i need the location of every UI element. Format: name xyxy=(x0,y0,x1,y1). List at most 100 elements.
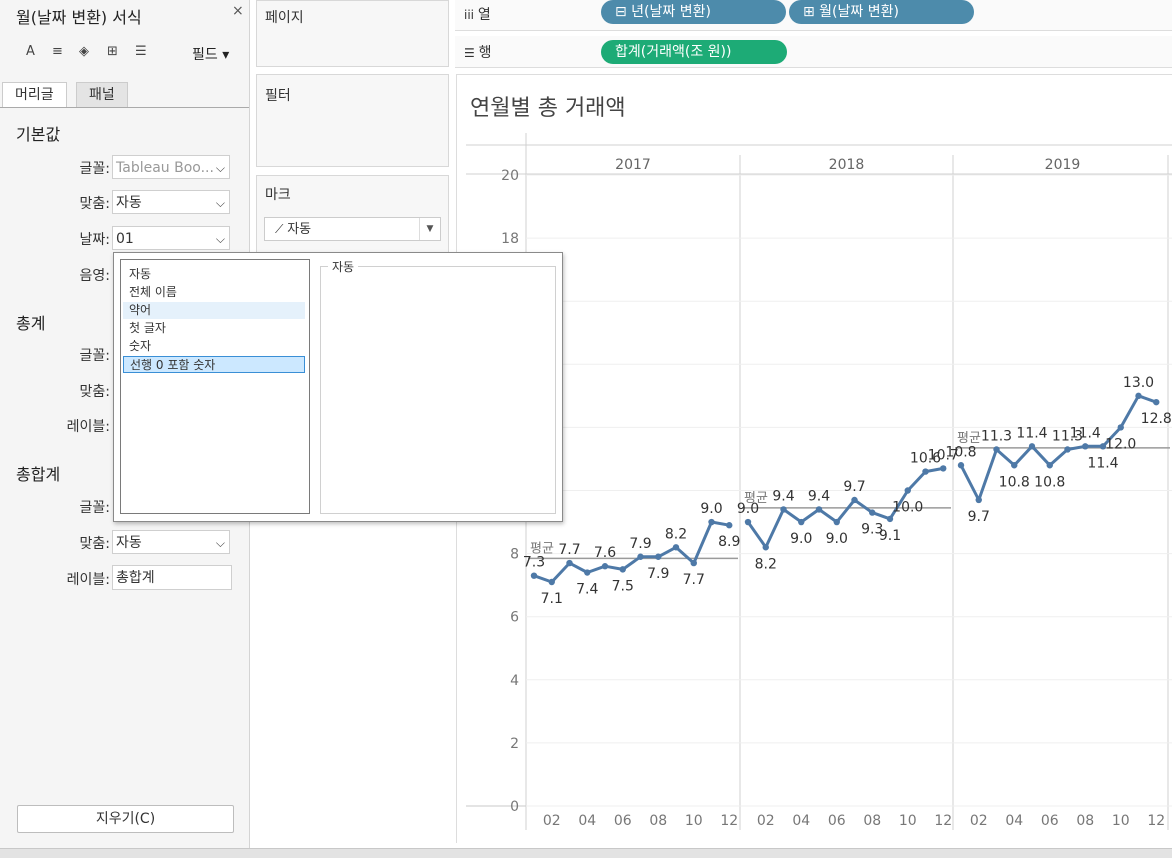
date-format-preview xyxy=(320,266,556,514)
data-point xyxy=(815,506,823,513)
data-point xyxy=(530,572,538,579)
data-label: 9.0 xyxy=(826,531,848,547)
year-header-2019: 2019 xyxy=(1045,157,1081,173)
y-tick-label: 8 xyxy=(510,547,519,563)
data-label: 9.4 xyxy=(772,488,794,504)
data-point xyxy=(655,553,662,560)
month-tick-label: 10 xyxy=(1112,813,1130,829)
data-point xyxy=(1082,443,1089,450)
y-tick-label: 6 xyxy=(510,610,519,626)
data-label: 7.5 xyxy=(612,578,634,594)
preview-label: 자동 xyxy=(328,258,359,275)
month-tick-label: 02 xyxy=(757,813,775,829)
data-label: 7.7 xyxy=(558,542,580,558)
date-format-option-auto[interactable]: 자동 xyxy=(123,266,305,283)
y-tick-label: 18 xyxy=(501,231,519,247)
data-point xyxy=(690,559,697,567)
data-label: 9.7 xyxy=(968,509,990,525)
data-point xyxy=(708,518,715,526)
data-label: 12.8 xyxy=(1141,411,1172,427)
month-tick-label: 04 xyxy=(1005,813,1023,829)
month-tick-label: 06 xyxy=(614,813,632,829)
data-label: 7.7 xyxy=(683,572,705,588)
y-tick-label: 20 xyxy=(501,168,519,184)
data-point xyxy=(1064,446,1071,453)
month-tick-label: 04 xyxy=(578,813,596,829)
month-tick-label: 12 xyxy=(1147,813,1165,829)
data-point xyxy=(904,487,911,494)
month-tick-label: 12 xyxy=(934,813,952,829)
data-label: 11.4 xyxy=(1087,455,1118,471)
data-point xyxy=(637,553,644,560)
data-label: 13.0 xyxy=(1123,375,1154,391)
data-label: 8.2 xyxy=(755,556,777,572)
data-label: 11.3 xyxy=(981,428,1012,444)
data-point xyxy=(1153,398,1160,406)
data-point xyxy=(993,446,1000,453)
data-point xyxy=(744,518,752,526)
date-format-option-full-name[interactable]: 전체 이름 xyxy=(123,284,305,301)
data-point xyxy=(851,496,858,504)
data-point xyxy=(975,496,982,504)
data-label: 10.0 xyxy=(892,500,923,516)
data-label: 9.4 xyxy=(808,488,830,504)
data-point xyxy=(1117,424,1124,431)
data-point xyxy=(1046,462,1053,469)
date-format-popup: 자동 전체 이름 약어 첫 글자 숫자 선행 0 포함 숫자 자동 xyxy=(113,252,563,522)
y-tick-label: 2 xyxy=(510,736,519,752)
y-tick-label: 4 xyxy=(510,673,519,689)
data-label: 7.3 xyxy=(523,555,545,571)
data-label: 9.0 xyxy=(737,501,759,517)
data-label: 7.4 xyxy=(576,582,598,598)
data-label: 9.0 xyxy=(700,501,722,517)
data-point xyxy=(922,468,929,475)
data-point xyxy=(619,566,626,573)
data-point xyxy=(566,559,573,567)
month-tick-label: 04 xyxy=(792,813,810,829)
data-point xyxy=(833,518,840,526)
data-label: 7.1 xyxy=(541,591,563,607)
data-label: 9.1 xyxy=(879,528,901,544)
data-point xyxy=(957,462,965,469)
year-header-2017: 2017 xyxy=(615,157,651,173)
date-format-option-number[interactable]: 숫자 xyxy=(123,338,305,355)
month-tick-label: 10 xyxy=(685,813,703,829)
data-point xyxy=(601,563,609,570)
data-point xyxy=(584,569,591,576)
month-tick-label: 02 xyxy=(970,813,988,829)
month-tick-label: 08 xyxy=(863,813,881,829)
data-point xyxy=(762,544,769,551)
date-format-list: 자동 전체 이름 약어 첫 글자 숫자 선행 0 포함 숫자 xyxy=(120,259,310,514)
data-point xyxy=(780,506,787,513)
y-tick-label: 0 xyxy=(510,799,519,815)
year-header-2018: 2018 xyxy=(829,157,865,173)
month-tick-label: 08 xyxy=(1076,813,1094,829)
data-label: 11.4 xyxy=(1070,425,1101,441)
data-label: 10.8 xyxy=(999,474,1030,490)
data-point xyxy=(726,522,733,529)
month-tick-label: 10 xyxy=(899,813,917,829)
data-label: 9.0 xyxy=(790,531,812,547)
data-label: 7.9 xyxy=(629,536,651,552)
date-format-option-abbreviation[interactable]: 약어 xyxy=(123,302,305,319)
data-label: 12.0 xyxy=(1105,436,1136,452)
data-point xyxy=(798,518,805,526)
date-format-option-first-letter[interactable]: 첫 글자 xyxy=(123,320,305,337)
date-format-option-leading-zero[interactable]: 선행 0 포함 숫자 xyxy=(123,356,305,373)
data-label: 10.8 xyxy=(945,444,976,460)
month-tick-label: 06 xyxy=(828,813,846,829)
data-label: 7.6 xyxy=(594,545,616,561)
data-label: 8.2 xyxy=(665,526,687,542)
data-point xyxy=(548,578,555,586)
data-label: 11.4 xyxy=(1016,425,1047,441)
month-tick-label: 02 xyxy=(543,813,561,829)
data-point xyxy=(1028,443,1036,450)
data-point xyxy=(940,465,947,472)
data-label: 9.7 xyxy=(843,479,865,495)
data-point xyxy=(672,544,680,551)
data-point xyxy=(1011,462,1018,469)
data-point xyxy=(1135,392,1142,400)
month-tick-label: 08 xyxy=(649,813,667,829)
data-label: 7.9 xyxy=(647,566,669,582)
data-label: 8.9 xyxy=(718,534,740,550)
